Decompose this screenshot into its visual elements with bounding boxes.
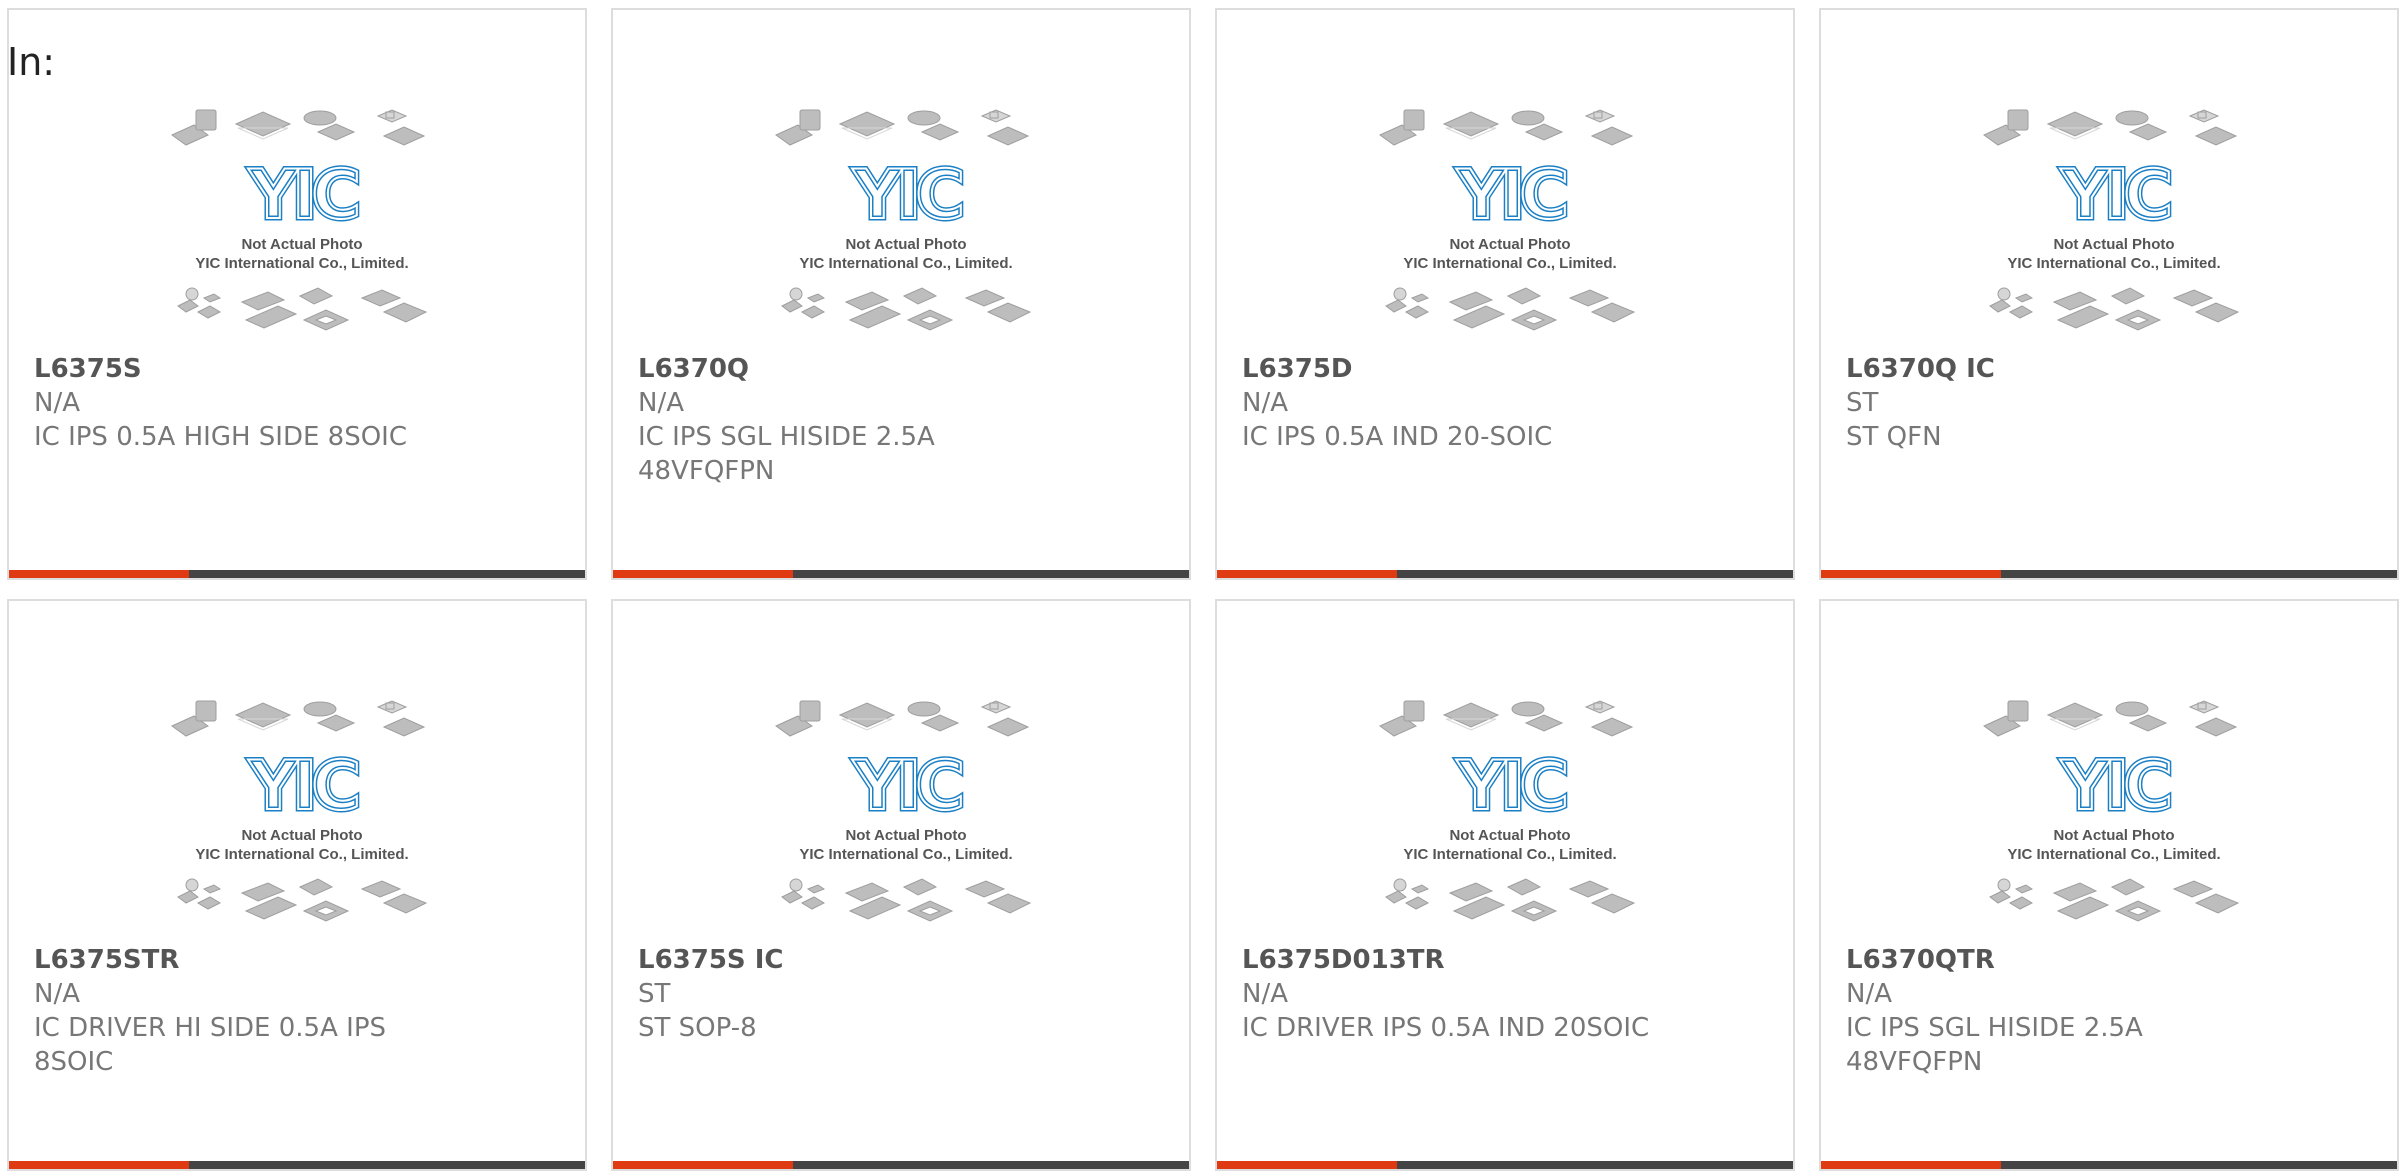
manufacturer: N/A: [34, 979, 80, 1009]
chip-package-placeholder-icon[interactable]: YIC YIC Not Actual Photo YIC International …: [1376, 98, 1644, 348]
svg-text:YIC International Co., Limited: YIC International Co., Limited.: [195, 846, 408, 863]
svg-text:Not Actual Photo: Not Actual Photo: [2053, 236, 2174, 253]
product-card[interactable]: YIC YIC Not Actual Photo YIC International …: [1819, 599, 2399, 1171]
product-grid: YIC YIC Not Actual Photo YIC International …: [7, 8, 2399, 1171]
svg-text:YIC International Co., Limited: YIC International Co., Limited.: [1403, 846, 1616, 863]
product-description: IC IPS SGL HISIDE 2.5A 48VFQFPN: [1846, 1013, 2143, 1077]
part-number[interactable]: L6375D013TR: [1242, 943, 1768, 977]
part-number[interactable]: L6375S: [34, 352, 560, 386]
section-heading: In:: [7, 40, 56, 84]
svg-text:Not Actual Photo: Not Actual Photo: [845, 827, 966, 844]
product-info: L6375S N/A IC IPS 0.5A HIGH SIDE 8SOIC: [34, 352, 560, 454]
product-info: L6375D013TR N/A IC DRIVER IPS 0.5A IND 2…: [1242, 943, 1768, 1045]
part-number[interactable]: L6370Q IC: [1846, 352, 2372, 386]
product-card[interactable]: YIC YIC Not Actual Photo YIC International …: [7, 599, 587, 1171]
svg-text:Not Actual Photo: Not Actual Photo: [1449, 236, 1570, 253]
chip-package-placeholder-icon[interactable]: YIC YIC Not Actual Photo YIC International …: [168, 98, 436, 348]
svg-text:YIC International Co., Limited: YIC International Co., Limited.: [1403, 255, 1616, 272]
part-number[interactable]: L6370Q: [638, 352, 1164, 386]
card-accent-bar: [613, 1161, 1189, 1169]
product-info: L6370Q IC ST ST QFN: [1846, 352, 2372, 454]
chip-package-placeholder-icon[interactable]: YIC YIC Not Actual Photo YIC International …: [168, 689, 436, 939]
svg-text:YIC International Co., Limited: YIC International Co., Limited.: [799, 255, 1012, 272]
product-description: IC IPS 0.5A IND 20-SOIC: [1242, 422, 1553, 452]
svg-text:YIC: YIC: [248, 747, 358, 826]
manufacturer: N/A: [1846, 979, 1892, 1009]
product-description: IC DRIVER IPS 0.5A IND 20SOIC: [1242, 1013, 1650, 1043]
chip-package-placeholder-icon[interactable]: YIC YIC Not Actual Photo YIC International …: [1980, 98, 2248, 348]
product-info: L6375S IC ST ST SOP-8: [638, 943, 1164, 1045]
product-description: ST SOP-8: [638, 1013, 757, 1043]
manufacturer: N/A: [1242, 388, 1288, 418]
product-info: L6375D N/A IC IPS 0.5A IND 20-SOIC: [1242, 352, 1768, 454]
svg-text:Not Actual Photo: Not Actual Photo: [845, 236, 966, 253]
svg-text:Not Actual Photo: Not Actual Photo: [241, 236, 362, 253]
svg-text:Not Actual Photo: Not Actual Photo: [241, 827, 362, 844]
chip-package-placeholder-icon[interactable]: YIC YIC Not Actual Photo YIC International …: [772, 98, 1040, 348]
product-card[interactable]: YIC YIC Not Actual Photo YIC International …: [1215, 599, 1795, 1171]
product-info: L6375STR N/A IC DRIVER HI SIDE 0.5A IPS …: [34, 943, 560, 1079]
card-accent-bar: [613, 570, 1189, 578]
svg-text:YIC International Co., Limited: YIC International Co., Limited.: [2007, 846, 2220, 863]
product-description: IC IPS 0.5A HIGH SIDE 8SOIC: [34, 422, 408, 452]
product-description: ST QFN: [1846, 422, 1942, 452]
manufacturer: N/A: [638, 388, 684, 418]
svg-text:YIC: YIC: [1456, 747, 1566, 826]
svg-text:YIC: YIC: [1456, 156, 1566, 235]
product-description: IC DRIVER HI SIDE 0.5A IPS 8SOIC: [34, 1013, 387, 1077]
svg-text:Not Actual Photo: Not Actual Photo: [2053, 827, 2174, 844]
card-accent-bar: [9, 1161, 585, 1169]
product-card[interactable]: YIC YIC Not Actual Photo YIC International …: [7, 8, 587, 580]
card-accent-bar: [1821, 570, 2397, 578]
part-number[interactable]: L6375S IC: [638, 943, 1164, 977]
svg-text:YIC International Co., Limited: YIC International Co., Limited.: [799, 846, 1012, 863]
manufacturer: N/A: [1242, 979, 1288, 1009]
chip-package-placeholder-icon[interactable]: YIC YIC Not Actual Photo YIC International …: [1376, 689, 1644, 939]
card-accent-bar: [1217, 1161, 1793, 1169]
svg-text:YIC International Co., Limited: YIC International Co., Limited.: [195, 255, 408, 272]
svg-text:YIC: YIC: [852, 747, 962, 826]
part-number[interactable]: L6375STR: [34, 943, 560, 977]
svg-text:YIC: YIC: [2060, 747, 2170, 826]
chip-package-placeholder-icon[interactable]: YIC YIC Not Actual Photo YIC International …: [772, 689, 1040, 939]
chip-package-placeholder-icon[interactable]: YIC YIC Not Actual Photo YIC International …: [1980, 689, 2248, 939]
part-number[interactable]: L6370QTR: [1846, 943, 2372, 977]
product-card[interactable]: YIC YIC Not Actual Photo YIC International …: [1215, 8, 1795, 580]
manufacturer: ST: [638, 979, 671, 1009]
product-card[interactable]: YIC YIC Not Actual Photo YIC International …: [1819, 8, 2399, 580]
product-description: IC IPS SGL HISIDE 2.5A 48VFQFPN: [638, 422, 935, 486]
manufacturer: N/A: [34, 388, 80, 418]
svg-text:YIC: YIC: [852, 156, 962, 235]
product-card[interactable]: YIC YIC Not Actual Photo YIC International …: [611, 8, 1191, 580]
card-accent-bar: [9, 570, 585, 578]
svg-text:YIC: YIC: [2060, 156, 2170, 235]
svg-text:YIC International Co., Limited: YIC International Co., Limited.: [2007, 255, 2220, 272]
product-info: L6370QTR N/A IC IPS SGL HISIDE 2.5A 48VF…: [1846, 943, 2372, 1079]
card-accent-bar: [1217, 570, 1793, 578]
card-accent-bar: [1821, 1161, 2397, 1169]
part-number[interactable]: L6375D: [1242, 352, 1768, 386]
product-info: L6370Q N/A IC IPS SGL HISIDE 2.5A 48VFQF…: [638, 352, 1164, 488]
product-card[interactable]: YIC YIC Not Actual Photo YIC International …: [611, 599, 1191, 1171]
svg-text:Not Actual Photo: Not Actual Photo: [1449, 827, 1570, 844]
svg-text:YIC: YIC: [248, 156, 358, 235]
manufacturer: ST: [1846, 388, 1879, 418]
